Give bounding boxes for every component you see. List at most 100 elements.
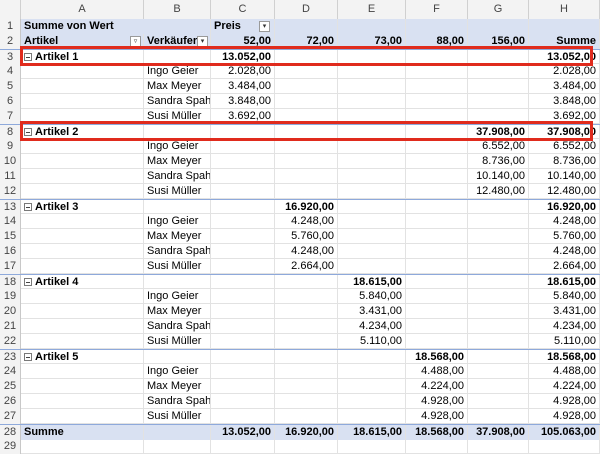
cell-E[interactable] <box>338 79 406 94</box>
group-subtotal[interactable]: 16.920,00 <box>275 200 338 215</box>
cell-D[interactable] <box>275 379 338 394</box>
cell-D[interactable] <box>275 79 338 94</box>
cell-A[interactable] <box>21 229 144 244</box>
seller-name[interactable]: Susi Müller <box>144 109 211 124</box>
seller-name[interactable]: Max Meyer <box>144 379 211 394</box>
spreadsheet[interactable]: ABCDEFGH 1 Summe von Wert Preis ▾ 2 Artikel Ve… <box>0 0 600 458</box>
cell-E[interactable] <box>338 169 406 184</box>
detail-sum[interactable]: 4.488,00 <box>529 364 600 379</box>
row-number[interactable]: 24 <box>0 364 21 379</box>
cell-E[interactable] <box>338 184 406 199</box>
column-header-A[interactable]: A <box>21 0 144 19</box>
seller-name[interactable]: Ingo Geier <box>144 289 211 304</box>
cell-C[interactable] <box>211 139 275 154</box>
detail-sum[interactable]: 4.928,00 <box>529 409 600 424</box>
price-header[interactable]: 156,00 <box>468 34 529 49</box>
group-sum[interactable]: 16.920,00 <box>529 200 600 215</box>
cell-D[interactable] <box>275 364 338 379</box>
seller-name[interactable]: Sandra Spahn <box>144 169 211 184</box>
row-number[interactable]: 18 <box>0 275 21 290</box>
select-all-corner[interactable] <box>0 0 21 19</box>
group-subtotal[interactable]: 37.908,00 <box>468 125 529 140</box>
cell-C[interactable] <box>211 334 275 349</box>
group-sum[interactable]: 13.052,00 <box>529 50 600 65</box>
cell-F[interactable] <box>406 289 468 304</box>
cell-E[interactable] <box>338 19 406 34</box>
cell-F[interactable] <box>406 19 468 34</box>
row-number[interactable]: 11 <box>0 169 21 184</box>
row-number[interactable]: 9 <box>0 139 21 154</box>
cell-A[interactable] <box>21 394 144 409</box>
pivot-row-field[interactable]: Artikel <box>21 34 144 49</box>
detail-value[interactable]: 4.248,00 <box>275 214 338 229</box>
cell-C[interactable] <box>211 169 275 184</box>
cell-H[interactable] <box>529 19 600 34</box>
cell-C[interactable] <box>211 439 275 454</box>
cell-G[interactable] <box>468 79 529 94</box>
cell-D[interactable] <box>275 19 338 34</box>
row-number[interactable]: 26 <box>0 394 21 409</box>
row-number[interactable]: 27 <box>0 409 21 424</box>
detail-value[interactable]: 3.431,00 <box>338 304 406 319</box>
cell-A[interactable] <box>21 409 144 424</box>
cell-G[interactable] <box>468 214 529 229</box>
cell-F[interactable] <box>406 79 468 94</box>
cell-C[interactable] <box>211 229 275 244</box>
detail-value[interactable]: 3.848,00 <box>211 94 275 109</box>
cell-E[interactable] <box>338 214 406 229</box>
group-label[interactable]: Artikel 3 <box>21 200 144 215</box>
cell-G[interactable] <box>468 409 529 424</box>
cell-A[interactable] <box>21 169 144 184</box>
collapse-minus-icon[interactable] <box>24 203 32 211</box>
cell-B[interactable] <box>144 275 211 290</box>
cell-A[interactable] <box>21 214 144 229</box>
detail-sum[interactable]: 4.248,00 <box>529 244 600 259</box>
detail-sum[interactable]: 5.110,00 <box>529 334 600 349</box>
detail-value[interactable]: 10.140,00 <box>468 169 529 184</box>
cell-E[interactable] <box>338 394 406 409</box>
cell-A[interactable] <box>21 439 144 454</box>
seller-name[interactable]: Ingo Geier <box>144 64 211 79</box>
row-number[interactable]: 12 <box>0 184 21 199</box>
price-header[interactable]: 73,00 <box>338 34 406 49</box>
cell-E[interactable] <box>338 350 406 365</box>
row-number[interactable]: 25 <box>0 379 21 394</box>
cell-E[interactable] <box>338 229 406 244</box>
cell-D[interactable] <box>275 350 338 365</box>
seller-name[interactable]: Ingo Geier <box>144 364 211 379</box>
detail-value[interactable]: 5.760,00 <box>275 229 338 244</box>
filter-active-icon[interactable]: ▿ <box>130 36 141 47</box>
row-number[interactable]: 13 <box>0 200 21 215</box>
row-number[interactable]: 6 <box>0 94 21 109</box>
detail-sum[interactable]: 3.484,00 <box>529 79 600 94</box>
cell-D[interactable] <box>275 275 338 290</box>
row-number[interactable]: 29 <box>0 439 21 454</box>
row-number[interactable]: 19 <box>0 289 21 304</box>
cell-C[interactable] <box>211 350 275 365</box>
group-label[interactable]: Artikel 1 <box>21 50 144 65</box>
cell-F[interactable] <box>406 200 468 215</box>
row-number[interactable]: 17 <box>0 259 21 274</box>
cell-E[interactable] <box>338 109 406 124</box>
seller-name[interactable]: Sandra Spahn <box>144 244 211 259</box>
cell-F[interactable] <box>406 109 468 124</box>
group-label[interactable]: Artikel 4 <box>21 275 144 290</box>
cell-C[interactable] <box>211 214 275 229</box>
detail-sum[interactable]: 4.248,00 <box>529 214 600 229</box>
detail-sum[interactable]: 6.552,00 <box>529 139 600 154</box>
detail-sum[interactable]: 3.848,00 <box>529 94 600 109</box>
detail-sum[interactable]: 10.140,00 <box>529 169 600 184</box>
cell-D[interactable] <box>275 409 338 424</box>
cell-A[interactable] <box>21 64 144 79</box>
cell-B[interactable] <box>144 200 211 215</box>
cell-C[interactable] <box>211 379 275 394</box>
row-number[interactable]: 8 <box>0 125 21 140</box>
cell-A[interactable] <box>21 289 144 304</box>
cell-G[interactable] <box>468 379 529 394</box>
cell-E[interactable] <box>338 244 406 259</box>
cell-C[interactable] <box>211 154 275 169</box>
cell-D[interactable] <box>275 139 338 154</box>
cell-G[interactable] <box>468 64 529 79</box>
cell-D[interactable] <box>275 94 338 109</box>
detail-value[interactable]: 4.234,00 <box>338 319 406 334</box>
